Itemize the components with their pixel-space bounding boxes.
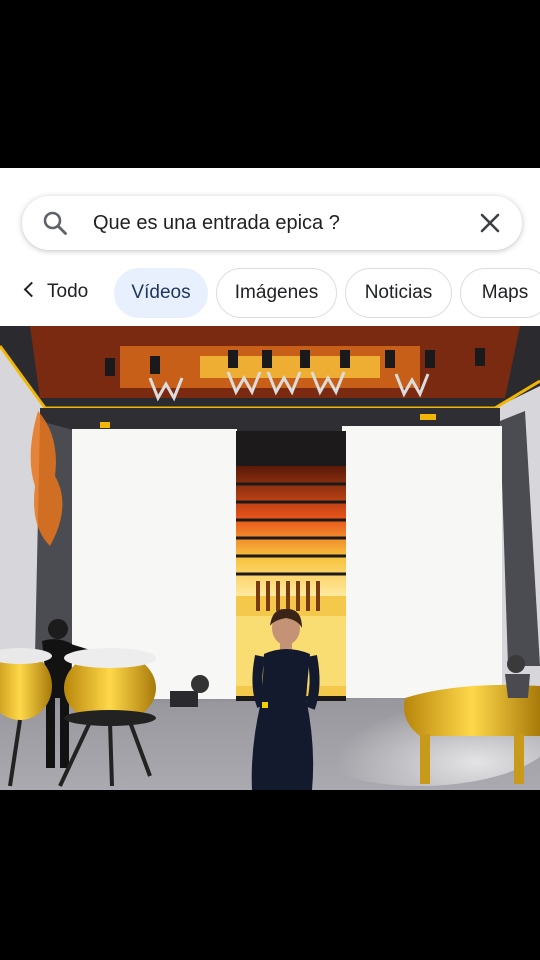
letterbox-top bbox=[0, 0, 540, 168]
tab-videos-label: Vídeos bbox=[131, 282, 191, 303]
tab-back-label: Todo bbox=[47, 281, 89, 302]
search-bar[interactable]: Que es una entrada epica ? bbox=[22, 196, 522, 250]
tab-imagenes[interactable]: Imágenes bbox=[216, 268, 337, 318]
tab-noticias[interactable]: Noticias bbox=[345, 268, 452, 318]
search-icon[interactable] bbox=[42, 210, 68, 236]
letterbox-bottom bbox=[0, 790, 540, 960]
tab-imagenes-label: Imágenes bbox=[234, 282, 319, 303]
tab-maps[interactable]: Maps bbox=[460, 268, 540, 318]
tab-back-todo[interactable]: Todo bbox=[23, 268, 106, 318]
tab-noticias-label: Noticias bbox=[364, 282, 433, 303]
tab-maps-label: Maps bbox=[481, 282, 529, 303]
search-tabs: Todo Vídeos Imágenes Noticias Maps bbox=[0, 268, 540, 318]
search-input[interactable]: Que es una entrada epica ? bbox=[93, 196, 340, 250]
screen: Que es una entrada epica ? Todo Vídeos I… bbox=[0, 0, 540, 960]
right-led-screen bbox=[342, 426, 502, 698]
video-frame[interactable] bbox=[0, 326, 540, 790]
stage-scene bbox=[0, 326, 540, 790]
chevron-left-icon bbox=[23, 281, 40, 298]
close-icon[interactable] bbox=[476, 209, 504, 237]
tab-videos[interactable]: Vídeos bbox=[114, 268, 208, 318]
